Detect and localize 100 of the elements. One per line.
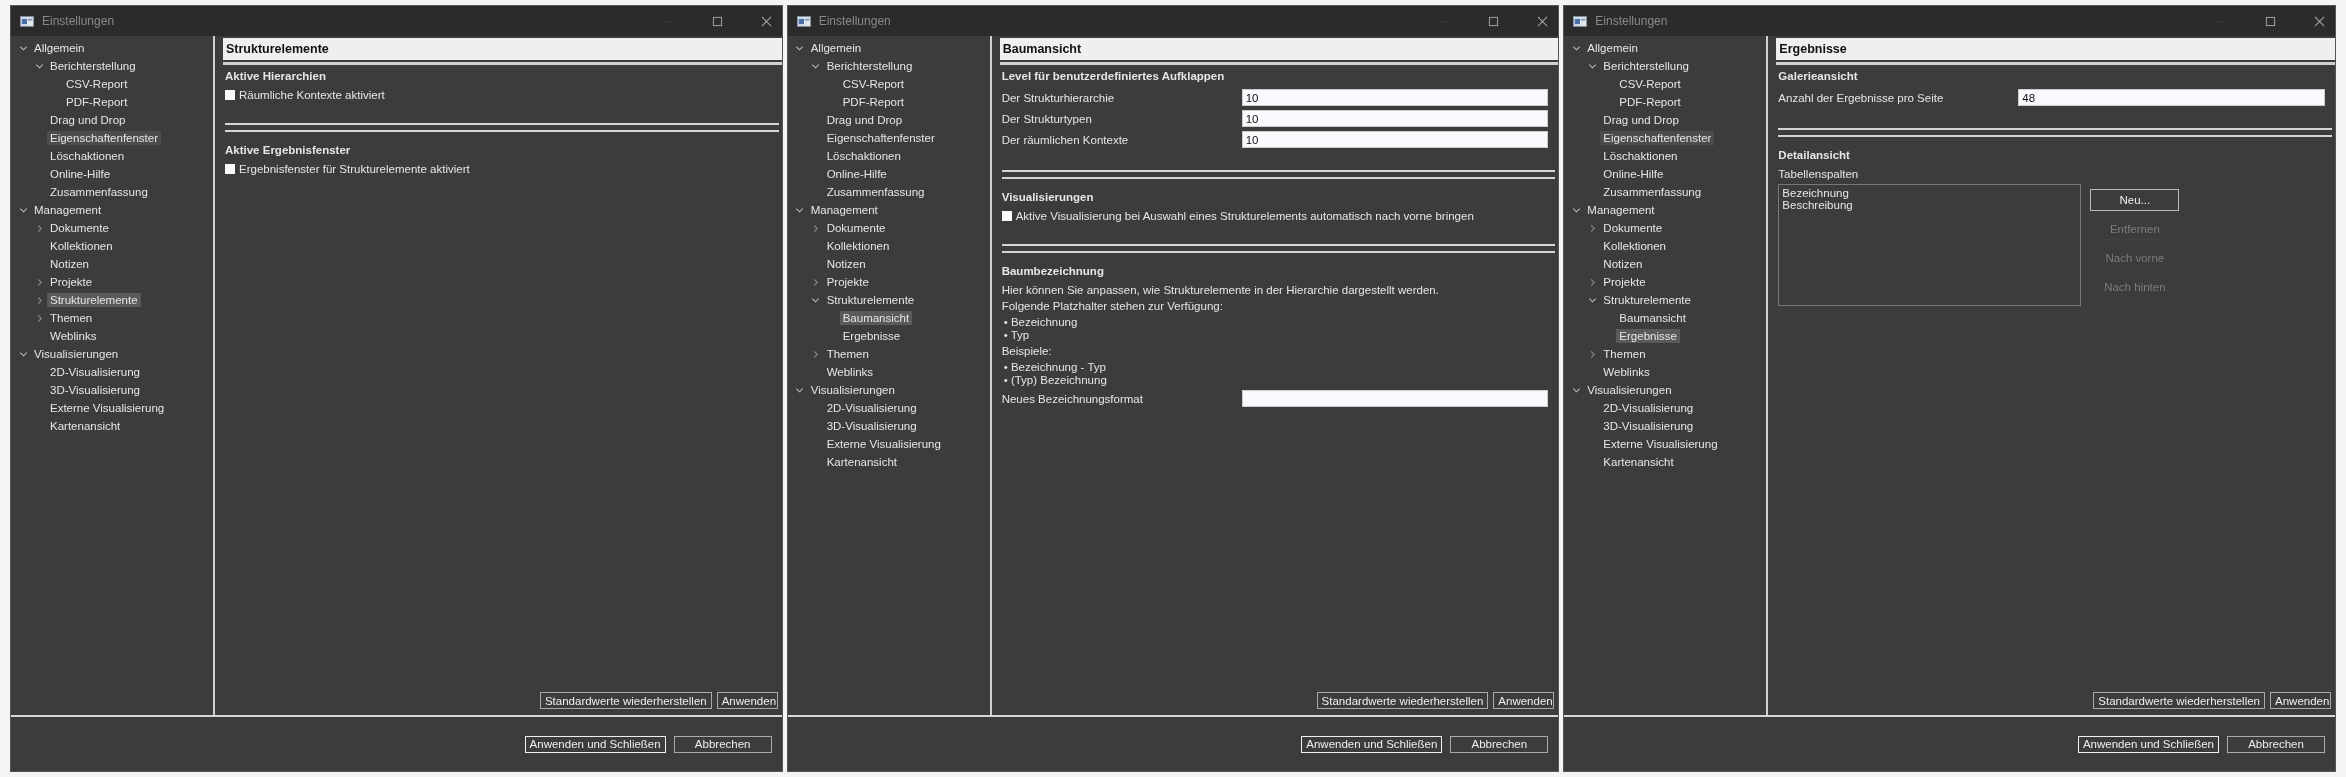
tree-item[interactable]: Ergebnisse [1616,329,1680,343]
tree-item[interactable]: PDF-Report [63,95,131,109]
tree-item[interactable]: Ergebnisse [839,329,904,343]
tree-item[interactable]: Drag und Drop [47,113,129,127]
tree-item[interactable]: Notizen [47,257,92,271]
tree-item[interactable]: Online-Hilfe [47,167,114,181]
tree-item[interactable]: Online-Hilfe [1600,167,1667,181]
tree-item[interactable]: 2D-Visualisierung [823,401,920,415]
tree-item[interactable]: Zusammenfassung [47,185,151,199]
input-field[interactable] [1241,390,1549,407]
tree-item[interactable]: Dokumente [823,221,889,235]
tree-item[interactable]: Baumansicht [1616,311,1689,325]
dialog-button[interactable]: Anwenden und Schließen [524,735,666,753]
tree-item[interactable]: CSV-Report [63,77,131,91]
tree-item[interactable]: Kartenansicht [823,455,900,469]
tree-item[interactable]: Allgemein [31,41,88,55]
tree-item[interactable]: CSV-Report [839,77,908,91]
tree-item[interactable]: Visualisierungen [31,347,122,361]
chevron-right-icon[interactable] [811,277,821,287]
checkbox[interactable] [225,164,235,174]
dialog-button[interactable]: Anwenden und Schließen [2077,735,2219,753]
tree-item[interactable]: Kollektionen [1600,239,1669,253]
input-field[interactable]: 10 [1241,89,1549,106]
tree-item[interactable]: Externe Visualisierung [47,401,168,415]
tree-item[interactable]: Weblinks [1600,365,1653,379]
tree-item[interactable]: Strukturelemente [1600,293,1694,307]
tree-item[interactable]: Notizen [1600,257,1646,271]
tree-item[interactable]: Projekte [47,275,96,289]
tree-item[interactable]: Weblinks [823,365,877,379]
tree-item[interactable]: Berichterstellung [823,59,916,73]
tree-item[interactable]: 2D-Visualisierung [1600,401,1697,415]
tree-item[interactable]: Externe Visualisierung [1600,437,1721,451]
tree-item[interactable]: Visualisierungen [807,383,898,397]
tree-item[interactable]: Baumansicht [839,311,913,325]
page-button[interactable]: Anwenden [1493,692,1555,709]
close-icon[interactable] [760,15,772,27]
tree-item[interactable]: Online-Hilfe [823,167,890,181]
tree-item[interactable]: Themen [1600,347,1649,361]
tree-item[interactable]: 3D-Visualisierung [823,419,920,433]
tree-item[interactable]: Kartenansicht [1600,455,1677,469]
tree-item[interactable]: Eigenschaftenfenster [1600,131,1715,145]
tree-item[interactable]: Externe Visualisierung [823,437,944,451]
tree-item[interactable]: CSV-Report [1616,77,1684,91]
tree-item[interactable]: Weblinks [47,329,100,343]
page-button[interactable]: Anwenden [716,692,778,709]
maximize-icon[interactable] [1488,15,1500,27]
tree-item[interactable]: Projekte [823,275,872,289]
page-button[interactable]: Standardwerte wiederherstellen [539,692,712,709]
tree-item[interactable]: Themen [823,347,872,361]
close-icon[interactable] [1537,15,1549,27]
maximize-icon[interactable] [711,15,723,27]
tree-item[interactable]: Löschaktionen [1600,149,1681,163]
list-item[interactable]: Bezeichnung [1782,187,2078,199]
tree-item[interactable]: 2D-Visualisierung [47,365,143,379]
tree-item[interactable]: Management [1584,203,1658,217]
list-item[interactable]: Beschreibung [1782,199,2078,211]
tree-item[interactable]: 3D-Visualisierung [1600,419,1697,433]
tree-item[interactable]: Dokumente [1600,221,1666,235]
dialog-button[interactable]: Anwenden und Schließen [1301,735,1443,753]
tree-item[interactable]: Zusammenfassung [823,185,928,199]
tree-item[interactable]: Drag und Drop [1600,113,1682,127]
checkbox[interactable] [225,90,235,100]
chevron-right-icon[interactable] [811,223,821,233]
tree-item[interactable]: Allgemein [807,41,865,55]
close-icon[interactable] [2314,15,2325,27]
page-button[interactable]: Anwenden [2270,692,2331,709]
list-box[interactable]: Bezeichnung Beschreibung [1778,184,2082,306]
tree-item[interactable]: 3D-Visualisierung [47,383,143,397]
page-button[interactable]: Standardwerte wiederherstellen [1316,692,1489,709]
tree-item[interactable]: Strukturelemente [823,293,918,307]
tree-item[interactable]: Berichterstellung [1600,59,1692,73]
tree-item[interactable]: Löschaktionen [823,149,904,163]
dialog-button[interactable]: Abbrechen [673,735,772,753]
tree-item[interactable]: Management [807,203,881,217]
tree-item[interactable]: Dokumente [47,221,112,235]
tree-item[interactable]: Eigenschaftenfenster [823,131,938,145]
tree-item[interactable]: Eigenschaftenfenster [47,131,162,145]
tree-item[interactable]: Strukturelemente [47,293,141,307]
tree-item[interactable]: Löschaktionen [47,149,128,163]
tree-item[interactable]: PDF-Report [839,95,908,109]
tree-item[interactable]: Drag und Drop [823,113,906,127]
page-button[interactable]: Standardwerte wiederherstellen [2093,692,2265,709]
tree-item[interactable]: Kollektionen [47,239,116,253]
chevron-right-icon[interactable] [811,349,821,359]
tree-item[interactable]: Allgemein [1584,41,1641,55]
tree-item[interactable]: Notizen [823,257,869,271]
tree-item[interactable]: Zusammenfassung [1600,185,1705,199]
input-field[interactable]: 10 [1241,131,1549,148]
list-action-button[interactable]: Neu... [2090,189,2180,211]
input-field[interactable]: 48 [2018,89,2325,106]
input-field[interactable]: 10 [1241,110,1549,127]
tree-item[interactable]: Berichterstellung [47,59,139,73]
dialog-button[interactable]: Abbrechen [2227,735,2325,753]
checkbox[interactable] [1001,211,1012,221]
tree-item[interactable]: Visualisierungen [1584,383,1675,397]
tree-item[interactable]: Kollektionen [823,239,893,253]
tree-item[interactable]: Management [31,203,105,217]
tree-item[interactable]: PDF-Report [1616,95,1684,109]
tree-item[interactable]: Projekte [1600,275,1649,289]
tree-item[interactable]: Themen [47,311,96,325]
